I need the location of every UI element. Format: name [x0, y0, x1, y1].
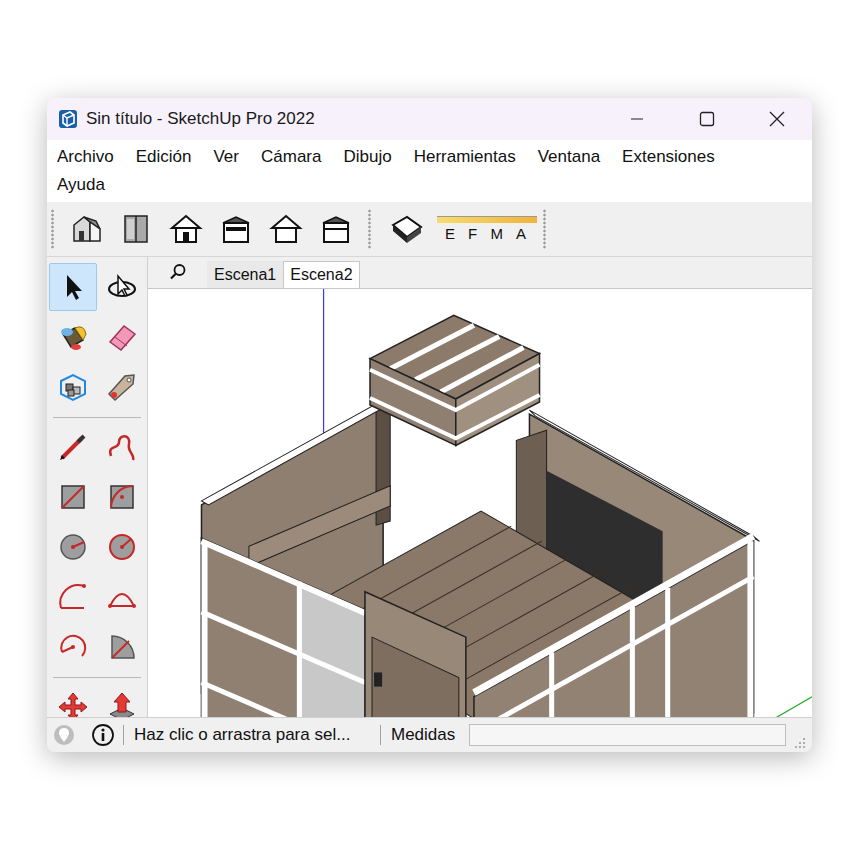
circle-icon — [56, 530, 90, 564]
right-view-icon — [218, 211, 254, 247]
maximize-icon — [699, 111, 715, 127]
toolbar-grip[interactable] — [368, 209, 371, 249]
scene-tab[interactable]: Escena1 — [207, 261, 283, 288]
eraser-icon — [105, 320, 139, 354]
tool-button[interactable] — [49, 263, 97, 311]
menu-item[interactable]: Herramientas — [414, 143, 516, 171]
maximize-button[interactable] — [672, 98, 742, 140]
tool-button[interactable] — [98, 423, 146, 471]
tool-button[interactable] — [98, 523, 146, 571]
tool-button[interactable] — [49, 573, 97, 621]
menu-item[interactable]: Ver — [213, 143, 239, 171]
tool-button[interactable] — [49, 423, 97, 471]
menu-item[interactable]: Dibujo — [343, 143, 391, 171]
pie-icon — [105, 630, 139, 664]
close-button[interactable] — [742, 98, 812, 140]
tool-button[interactable] — [98, 573, 146, 621]
toolbar: EFMA — [47, 202, 812, 257]
view-button[interactable] — [316, 207, 356, 251]
push-pull-icon — [105, 690, 139, 717]
tool-button[interactable] — [49, 683, 97, 717]
tool-button[interactable] — [49, 623, 97, 671]
tool-button[interactable] — [49, 473, 97, 521]
minimize-icon — [630, 112, 644, 126]
tool-button[interactable] — [98, 363, 146, 411]
view-button[interactable] — [66, 207, 106, 251]
menu-bar: Archivo Edición Ver Cámara Dibujo Herramienta… — [47, 140, 812, 202]
tool-button[interactable] — [49, 363, 97, 411]
menu-item[interactable]: Archivo — [57, 143, 114, 171]
menu-item[interactable]: Cámara — [261, 143, 321, 171]
rotated-rectangle-icon — [105, 480, 139, 514]
component-icon — [56, 370, 90, 404]
pencil-icon — [56, 430, 90, 464]
month-label: E — [445, 225, 456, 242]
menu-item[interactable]: Edición — [136, 143, 192, 171]
front-view-icon — [168, 211, 204, 247]
status-hint: Haz clic o arrastra para sel... — [134, 725, 372, 745]
tool-button[interactable] — [49, 313, 97, 361]
minimize-button[interactable] — [602, 98, 672, 140]
move-icon — [56, 690, 90, 717]
select-icon — [56, 270, 90, 304]
shadow-slider[interactable]: EFMA — [437, 216, 537, 242]
scene-tab[interactable]: Escena2 — [283, 261, 359, 288]
tool-button[interactable] — [98, 263, 146, 311]
back-view-icon — [268, 211, 304, 247]
geolocation-icon[interactable] — [53, 724, 75, 746]
three-point-arc-icon — [56, 630, 90, 664]
tool-separator — [53, 417, 141, 418]
orbit-icon — [105, 270, 139, 304]
model-viewport[interactable] — [148, 289, 812, 717]
view-button[interactable] — [116, 207, 156, 251]
measurements-label: Medidas — [391, 725, 455, 745]
menu-item[interactable]: Extensiones — [622, 143, 715, 171]
polygon-icon — [105, 530, 139, 564]
shadow-gradient — [437, 216, 537, 223]
view-button[interactable] — [266, 207, 306, 251]
sketchup-window: Sin título - SketchUp Pro 2022 Archivo Ed… — [47, 98, 812, 752]
status-bar: Haz clic o arrastra para sel... Medidas — [47, 717, 812, 752]
measurements-input[interactable] — [469, 724, 786, 746]
sauna-model — [148, 289, 812, 717]
tool-button[interactable] — [98, 683, 146, 717]
desktop: Sin título - SketchUp Pro 2022 Archivo Ed… — [0, 0, 859, 859]
iso-view-icon — [68, 211, 104, 247]
paint-icon — [56, 320, 90, 354]
resize-grip-icon[interactable] — [794, 737, 806, 749]
sketchup-logo-icon — [58, 109, 78, 129]
top-view-icon — [118, 211, 154, 247]
view-button[interactable] — [166, 207, 206, 251]
magnifier-icon[interactable] — [169, 263, 187, 281]
window-title: Sin título - SketchUp Pro 2022 — [86, 109, 315, 129]
toolbar-grip[interactable] — [51, 209, 54, 249]
two-point-arc-icon — [105, 580, 139, 614]
tool-button[interactable] — [98, 473, 146, 521]
tag-icon — [105, 370, 139, 404]
rectangle-icon — [56, 480, 90, 514]
month-label: A — [516, 225, 527, 242]
tool-button[interactable] — [98, 313, 146, 361]
menu-item[interactable]: Ventana — [538, 143, 600, 171]
tool-palette — [47, 257, 148, 717]
view-button[interactable] — [216, 207, 256, 251]
title-bar[interactable]: Sin título - SketchUp Pro 2022 — [47, 98, 812, 140]
menu-item[interactable]: Ayuda — [57, 171, 105, 199]
toolbar-grip[interactable] — [543, 209, 546, 249]
freehand-icon — [105, 430, 139, 464]
tool-button[interactable] — [49, 523, 97, 571]
month-label: F — [468, 225, 478, 242]
info-icon[interactable] — [91, 723, 115, 747]
left-view-icon — [318, 211, 354, 247]
tool-separator — [53, 677, 141, 678]
close-icon — [769, 111, 785, 127]
arc-icon — [56, 580, 90, 614]
tool-button[interactable] — [98, 623, 146, 671]
scene-tabs: Escena1Escena2 — [148, 257, 812, 289]
style-icon — [389, 211, 425, 247]
month-label: M — [490, 225, 504, 242]
style-button[interactable] — [387, 207, 427, 251]
